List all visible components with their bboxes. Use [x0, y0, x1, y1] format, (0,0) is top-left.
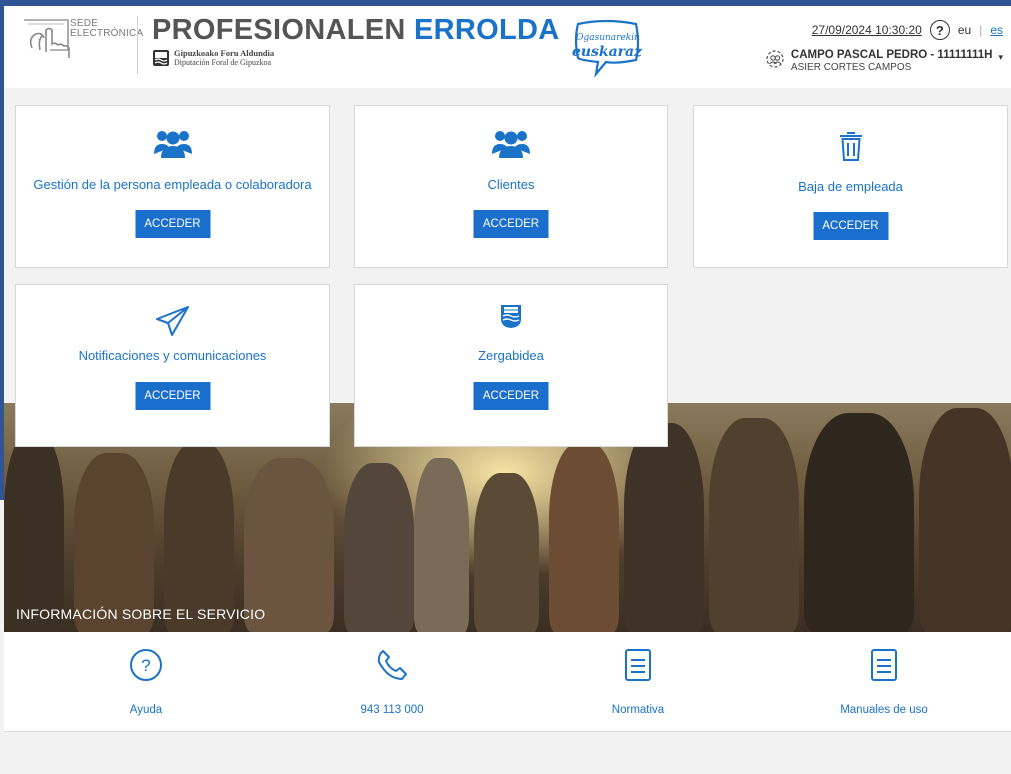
service-info-bar: ? Ayuda 943 113 000 Normativa Manuales d…: [4, 632, 1011, 732]
paper-plane-icon: [155, 306, 189, 336]
card-label[interactable]: Gestión de la persona empleada o colabor…: [16, 177, 329, 192]
gipuzkoa-logo[interactable]: Gipuzkoako Foru Aldundia Diputación Fora…: [152, 49, 274, 67]
phone-icon: [377, 650, 407, 680]
users-swap-icon: [766, 50, 784, 68]
user-menu[interactable]: CAMPO PASCAL PEDRO - 11111111H ASIER COR…: [765, 49, 1003, 73]
help-circle-icon: ?: [130, 649, 162, 681]
group-icon: [492, 131, 530, 158]
site-header: SEDE ELECTRÓNICA PROFESIONALEN ERROLDA G…: [4, 6, 1011, 88]
info-label[interactable]: Ayuda: [66, 704, 226, 716]
document-icon: [625, 649, 651, 681]
card-label[interactable]: Clientes: [355, 177, 667, 192]
acceder-button[interactable]: ACCEDER: [135, 382, 210, 410]
acceder-button[interactable]: ACCEDER: [473, 210, 549, 238]
svg-text:?: ?: [141, 656, 150, 675]
info-label[interactable]: Normativa: [558, 704, 718, 716]
acceder-button[interactable]: ACCEDER: [473, 382, 549, 410]
card-label[interactable]: Baja de empleada: [694, 179, 1007, 194]
user-subtitle: ASIER CORTES CAMPOS: [790, 62, 912, 73]
info-telefono[interactable]: 943 113 000: [312, 632, 472, 732]
lang-es-link[interactable]: es: [990, 23, 1003, 37]
card-baja-empleada[interactable]: Baja de empleada ACCEDER: [693, 105, 1008, 268]
acceder-button[interactable]: ACCEDER: [813, 212, 888, 240]
chevron-down-icon[interactable]: ▾: [998, 52, 1003, 63]
info-label[interactable]: Manuales de uso: [804, 704, 964, 716]
info-label[interactable]: 943 113 000: [312, 704, 472, 716]
lang-separator: |: [979, 23, 983, 37]
card-clientes[interactable]: Clientes ACCEDER: [354, 105, 668, 268]
group-icon: [153, 131, 192, 158]
document-icon: [871, 649, 897, 681]
info-ayuda[interactable]: ? Ayuda: [66, 632, 226, 732]
gipuzkoa-shield-icon: [153, 50, 169, 66]
app-title: PROFESIONALEN ERROLDA: [152, 14, 560, 47]
trash-icon: [839, 132, 862, 161]
card-label[interactable]: Notificaciones y comunicaciones: [16, 348, 329, 363]
card-zergabidea[interactable]: Zergabidea ACCEDER: [354, 284, 668, 447]
coat-of-arms-icon: [501, 305, 521, 328]
org-line-2: Diputación Foral de Gipuzkoa: [174, 58, 272, 67]
sede-electronica-label: SEDE ELECTRÓNICA: [70, 18, 144, 39]
left-stripe: [0, 0, 4, 500]
svg-text:Ogasunarekin: Ogasunarekin: [576, 33, 640, 43]
card-label[interactable]: Zergabidea: [355, 348, 667, 363]
acceder-button[interactable]: ACCEDER: [135, 210, 210, 238]
org-line-1: Gipuzkoako Foru Aldundia: [174, 48, 275, 58]
info-manuales[interactable]: Manuales de uso: [804, 632, 964, 732]
header-divider: [137, 16, 138, 74]
session-datetime: 27/09/2024 10:30:20: [811, 23, 922, 37]
card-gestion-empleada[interactable]: Gestión de la persona empleada o colabor…: [15, 105, 330, 268]
app-title-part-2: ERROLDA: [414, 14, 560, 46]
info-normativa[interactable]: Normativa: [558, 632, 718, 732]
app-title-part-1: PROFESIONALEN: [152, 14, 406, 46]
service-info-heading: INFORMACIÓN SOBRE EL SERVICIO: [16, 606, 266, 622]
card-notificaciones[interactable]: Notificaciones y comunicaciones ACCEDER: [15, 284, 330, 447]
user-name: CAMPO PASCAL PEDRO - 11111111H: [790, 49, 993, 61]
header-user-area: 27/09/2024 10:30:20 ? eu | es CAMPO PASC…: [765, 20, 1003, 73]
euskaraz-campaign-logo[interactable]: Ogasunarekin euskaraz: [572, 16, 642, 78]
help-icon[interactable]: ?: [929, 20, 950, 40]
svg-text:euskaraz: euskaraz: [572, 44, 642, 60]
lang-eu-link[interactable]: eu: [958, 23, 971, 37]
